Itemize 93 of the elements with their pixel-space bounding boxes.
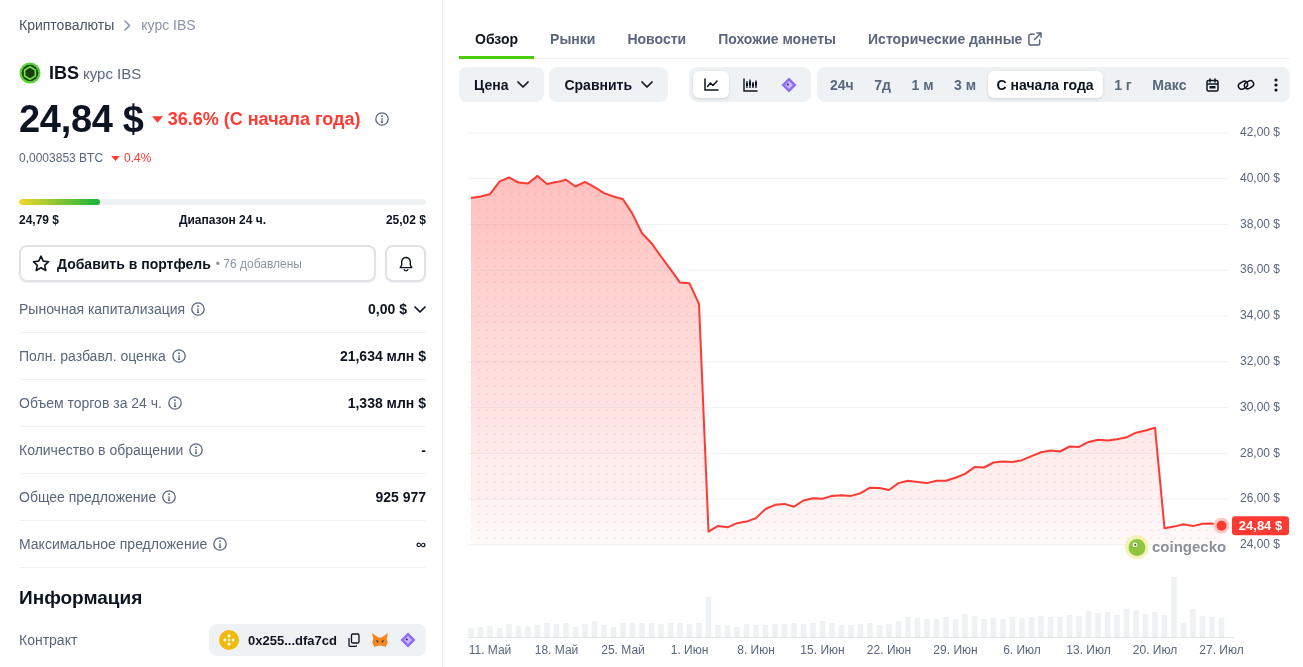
contract-address: 0x255...dfa7cd bbox=[248, 632, 337, 648]
add-to-portfolio-button[interactable]: Добавить в портфель • 76 добавлены bbox=[19, 245, 376, 282]
y-axis-label: 24,00 $ bbox=[1239, 537, 1280, 552]
stat-value: ∞ bbox=[416, 536, 426, 552]
time-range-tab[interactable]: 24ч bbox=[821, 71, 863, 98]
breadcrumb-link[interactable]: Криптовалюты bbox=[19, 17, 115, 33]
diamond-icon bbox=[781, 76, 798, 93]
info-icon[interactable] bbox=[168, 396, 182, 410]
alert-button[interactable] bbox=[385, 245, 426, 282]
x-axis-label: 15. Июн bbox=[800, 643, 845, 658]
price-value: 24,84 $ bbox=[19, 97, 144, 141]
stat-label: Общее предложение bbox=[19, 489, 157, 505]
x-axis-label: 20. Июл bbox=[1132, 643, 1178, 658]
x-axis-label: 1. Июн bbox=[670, 643, 709, 658]
x-axis-label: 27. Июл bbox=[1199, 643, 1244, 658]
info-icon[interactable] bbox=[374, 112, 389, 126]
stat-label: Полн. разбавл. оценка bbox=[19, 348, 166, 364]
coin-symbol: IBS bbox=[49, 62, 79, 84]
x-axis-label: 13. Июл bbox=[1066, 643, 1111, 658]
x-axis-label: 18. Май bbox=[534, 643, 579, 658]
y-axis-label: 42,00 $ bbox=[1239, 125, 1280, 140]
tab[interactable]: Рынки bbox=[534, 20, 612, 59]
contract-label: Контракт bbox=[19, 632, 78, 648]
dropdown-button[interactable]: Сравнить bbox=[549, 67, 669, 102]
calendar-icon bbox=[1205, 77, 1219, 92]
chevron-down-icon bbox=[641, 81, 654, 88]
time-range-tab[interactable]: 1 м bbox=[902, 71, 943, 98]
price-tag: 24,84 $ bbox=[1232, 516, 1289, 536]
x-axis-label: 25. Май bbox=[601, 643, 645, 658]
info-icon[interactable] bbox=[189, 443, 204, 457]
tab[interactable]: Похожие монеты bbox=[702, 20, 853, 59]
btc-price: 0,0003853 BTC bbox=[19, 151, 104, 165]
hexagon-badge-icon bbox=[19, 62, 41, 84]
link-icon bbox=[1237, 77, 1256, 92]
breadcrumb-link[interactable]: курс IBS bbox=[141, 17, 196, 33]
x-axis-label: 11. Май bbox=[468, 643, 512, 658]
y-axis-label: 36,00 $ bbox=[1239, 262, 1280, 277]
info-icon[interactable] bbox=[162, 490, 177, 504]
tab[interactable]: Новости bbox=[611, 20, 703, 59]
stat-value: 925 977 bbox=[375, 489, 426, 505]
range-high: 25,02 $ bbox=[385, 213, 426, 227]
coin-subtitle: курс IBS bbox=[83, 64, 142, 82]
time-range-tab[interactable]: 1 г bbox=[1105, 71, 1141, 98]
copy-icon[interactable] bbox=[348, 633, 360, 647]
chevron-down-icon[interactable] bbox=[414, 305, 426, 313]
y-axis-label: 38,00 $ bbox=[1239, 216, 1280, 231]
btc-change: 0.4% bbox=[124, 151, 152, 165]
tab[interactable]: Исторические данные bbox=[852, 20, 1059, 59]
time-range-tab[interactable]: 7д bbox=[865, 71, 900, 98]
stat-label: Максимальное предложение bbox=[19, 536, 208, 552]
section-heading: Информация bbox=[19, 587, 144, 609]
range-low: 24,79 $ bbox=[19, 213, 60, 227]
stat-value: - bbox=[421, 442, 426, 458]
y-axis-label: 26,00 $ bbox=[1239, 491, 1280, 506]
y-axis-label: 28,00 $ bbox=[1239, 445, 1280, 460]
stat-value: 1,338 млн $ bbox=[347, 395, 426, 411]
dropdown-button[interactable]: Цена bbox=[459, 67, 545, 102]
stat-value: 21,634 млн $ bbox=[339, 348, 426, 364]
brand-name: coingecko bbox=[1152, 537, 1227, 555]
brand-logo-icon bbox=[1125, 535, 1149, 559]
time-range-tab[interactable]: Макс bbox=[1143, 71, 1196, 98]
price-change: 36.6% (С начала года) bbox=[167, 108, 361, 130]
candlestick-chart-icon bbox=[742, 77, 758, 92]
range-label: Диапазон 24 ч. bbox=[178, 213, 267, 227]
x-axis-label: 22. Июн bbox=[866, 643, 912, 658]
y-axis-label: 40,00 $ bbox=[1239, 170, 1280, 185]
y-axis-label: 32,00 $ bbox=[1239, 353, 1280, 368]
stat-value: 0,00 $ bbox=[368, 301, 407, 317]
chart-type-button[interactable] bbox=[693, 71, 730, 98]
star-icon bbox=[32, 255, 50, 272]
y-axis-label: 30,00 $ bbox=[1239, 399, 1280, 414]
x-axis-label: 6. Июл bbox=[1003, 643, 1041, 658]
x-axis-label: 29. Июн bbox=[933, 643, 978, 658]
info-icon[interactable] bbox=[171, 349, 186, 363]
coin-icon bbox=[219, 630, 240, 650]
y-axis-label: 34,00 $ bbox=[1239, 308, 1280, 323]
stat-label: Рыночная капитализация bbox=[19, 301, 186, 317]
time-range-tab[interactable]: 3 м bbox=[945, 71, 986, 98]
line-chart-icon bbox=[703, 78, 719, 91]
chevron-right-icon bbox=[124, 19, 132, 31]
stat-label: Количество в обращении bbox=[19, 442, 184, 458]
external-link-icon bbox=[1028, 32, 1043, 46]
info-icon[interactable] bbox=[191, 302, 206, 316]
chevron-down-icon bbox=[517, 81, 530, 88]
fox-icon[interactable] bbox=[371, 632, 389, 648]
time-range-tab[interactable]: С начала года bbox=[987, 71, 1103, 98]
diamond-icon[interactable] bbox=[400, 632, 416, 648]
bell-icon bbox=[398, 255, 413, 272]
info-icon[interactable] bbox=[213, 537, 228, 551]
tab[interactable]: Обзор bbox=[459, 20, 535, 59]
stat-label: Объем торгов за 24 ч. bbox=[19, 395, 162, 411]
x-axis-label: 8. Июн bbox=[737, 643, 775, 658]
more-icon bbox=[1274, 77, 1278, 92]
